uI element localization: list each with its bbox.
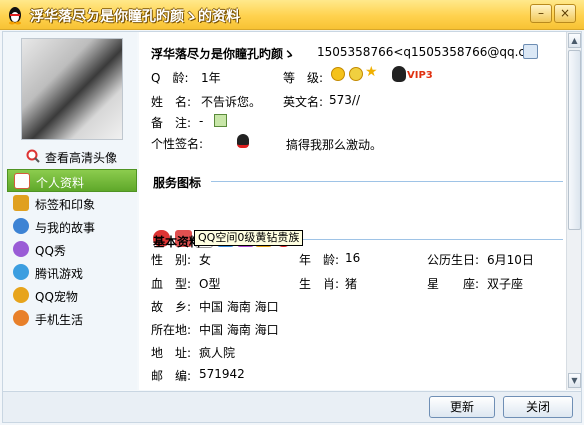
- signature-value: 搞得我那么激动。: [286, 138, 383, 152]
- services-divider: [211, 181, 563, 182]
- pet-icon: [13, 287, 29, 303]
- profile-content: 浮华落尽ㄉ是你瞳孔旳颜ゝ 1505358766<q1505358766@qq.c…: [139, 32, 566, 390]
- scroll-down-arrow-icon[interactable]: ▼: [568, 373, 581, 388]
- qq-email: 1505358766<q1505358766@qq.cc: [317, 45, 532, 59]
- english-name-label: 英文名:: [283, 95, 324, 109]
- sidebar-item-label: QQ秀: [35, 244, 66, 258]
- sidebar-item-label: 手机生活: [35, 313, 84, 327]
- sidebar-item-mobile[interactable]: 手机生活: [7, 307, 137, 330]
- scrollbar-thumb[interactable]: [568, 50, 581, 230]
- sidebar-item-label: 腾讯游戏: [35, 267, 84, 281]
- tag-person-icon: [13, 195, 29, 211]
- sidebar-item-pet[interactable]: QQ宠物: [7, 284, 137, 307]
- english-name-value: 573//: [329, 93, 360, 107]
- profile-card-icon: [14, 173, 30, 189]
- refresh-button[interactable]: 更新: [429, 396, 495, 418]
- blood-type-value: O型: [199, 277, 221, 291]
- sidebar-nav: 个人资料 标签和印象 与我的故事 QQ秀 腾讯游戏 QQ宠物 手机生活: [7, 169, 137, 330]
- close-window-button[interactable]: ×: [554, 4, 576, 23]
- birthday-label: 公历生日:: [427, 253, 480, 267]
- constellation-label: 星 座:: [427, 277, 480, 291]
- edit-note-icon[interactable]: [214, 114, 227, 127]
- story-bubble-icon: [13, 218, 29, 234]
- note-label: 备 注:: [151, 116, 192, 130]
- sidebar: 查看高清头像 个人资料 标签和印象 与我的故事 QQ秀 腾讯游戏 QQ宠物 手机…: [3, 32, 137, 390]
- address-value: 疯人院: [199, 346, 236, 360]
- nickname: 浮华落尽ㄉ是你瞳孔旳颜ゝ: [151, 47, 296, 61]
- window-title: 浮华落尽ㄉ是你瞳孔旳颜ゝ的资料: [30, 9, 240, 25]
- hometown-value: 中国 海南 海口: [199, 300, 279, 314]
- signature-penguin-icon: [237, 134, 249, 148]
- name-label: 姓 名:: [151, 95, 192, 109]
- age-value: 16: [345, 251, 361, 265]
- qqshow-icon: [13, 241, 29, 257]
- sidebar-item-tags[interactable]: 标签和印象: [7, 192, 137, 215]
- birthday-value: 6月10日: [487, 253, 534, 267]
- service-tooltip: QQ空间0级黄钻贵族: [194, 230, 304, 246]
- close-button[interactable]: 关闭: [503, 396, 573, 418]
- sidebar-item-games[interactable]: 腾讯游戏: [7, 261, 137, 284]
- note-value: -: [199, 114, 204, 128]
- star-level-icon: ★: [365, 64, 378, 80]
- zipcode-label: 邮 编:: [151, 369, 192, 383]
- zodiac-value: 猪: [345, 277, 358, 291]
- location-label: 所在地:: [151, 323, 192, 337]
- sun-level-icon: [331, 67, 345, 81]
- content-scrollbar[interactable]: ▲ ▼: [566, 32, 581, 390]
- vip-penguin-icon: [392, 66, 406, 82]
- sidebar-item-profile[interactable]: 个人资料: [7, 169, 137, 192]
- sidebar-item-label: 与我的故事: [35, 221, 96, 235]
- zipcode-value: 571942: [199, 367, 245, 381]
- checkmark-icon: [13, 310, 29, 326]
- qage-label: Q 龄:: [151, 71, 189, 85]
- avatar[interactable]: [21, 38, 123, 140]
- name-value: 不告诉您。: [201, 95, 262, 109]
- zodiac-label: 生 肖:: [299, 277, 340, 291]
- services-title: 服务图标: [153, 176, 202, 190]
- age-label: 年 龄:: [299, 253, 340, 267]
- sidebar-item-label: 个人资料: [36, 176, 85, 190]
- qage-value: 1年: [201, 71, 221, 85]
- location-value: 中国 海南 海口: [199, 323, 279, 337]
- view-hd-avatar-label: 查看高清头像: [45, 151, 118, 165]
- contact-card-icon[interactable]: [523, 44, 538, 59]
- constellation-value: 双子座: [487, 277, 524, 291]
- view-hd-avatar-link[interactable]: 查看高清头像: [25, 148, 137, 166]
- basic-info-divider: [299, 239, 563, 240]
- address-label: 地 址:: [151, 346, 192, 360]
- level-label: 等 级:: [283, 71, 324, 85]
- gender-value: 女: [199, 253, 212, 267]
- vip-badge: VIP3: [407, 70, 433, 81]
- sidebar-item-qqshow[interactable]: QQ秀: [7, 238, 137, 261]
- sidebar-item-label: QQ宠物: [35, 290, 78, 304]
- gender-label: 性 别:: [151, 253, 192, 267]
- magnifier-icon: [26, 149, 40, 163]
- qq-penguin-icon: [9, 7, 21, 25]
- title-bar: 浮华落尽ㄉ是你瞳孔旳颜ゝ的资料 – ×: [0, 0, 584, 30]
- blood-type-label: 血 型:: [151, 277, 192, 291]
- sidebar-item-stories[interactable]: 与我的故事: [7, 215, 137, 238]
- hometown-label: 故 乡:: [151, 300, 192, 314]
- minimize-button[interactable]: –: [530, 4, 552, 23]
- signature-label: 个性签名:: [151, 137, 204, 151]
- moon-level-icon: [349, 67, 363, 81]
- game-icon: [13, 264, 29, 280]
- sidebar-item-label: 标签和印象: [35, 198, 96, 212]
- scroll-up-arrow-icon[interactable]: ▲: [568, 33, 581, 48]
